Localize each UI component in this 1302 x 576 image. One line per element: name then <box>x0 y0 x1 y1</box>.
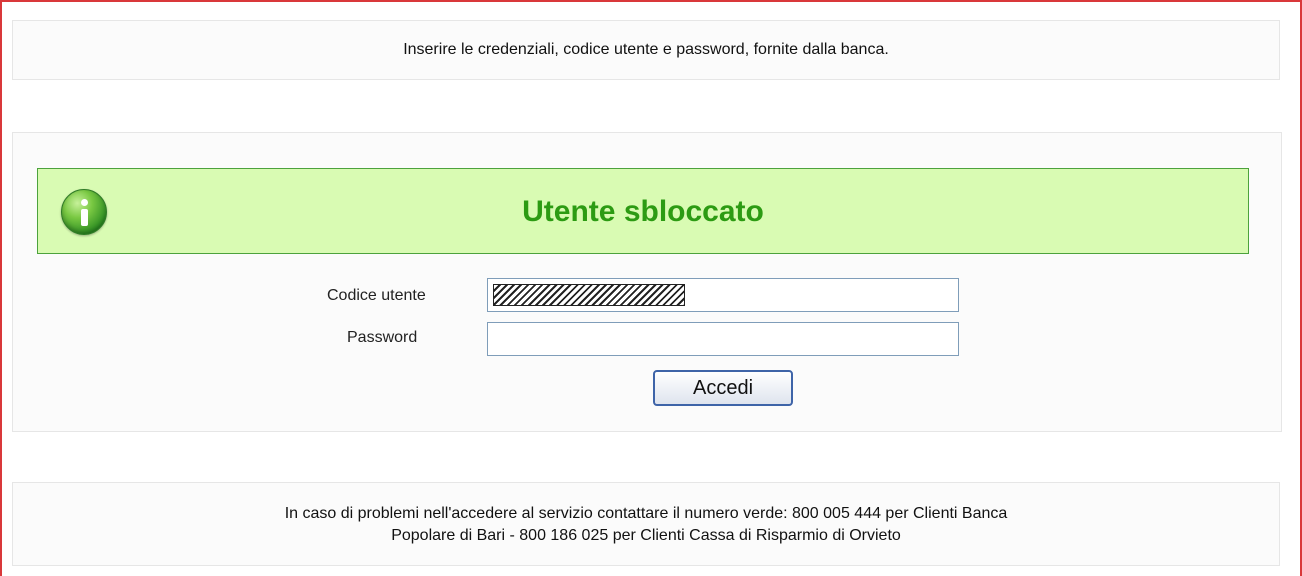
help-panel: In caso di problemi nell'accedere al ser… <box>12 482 1280 566</box>
status-message-title: Utente sbloccato <box>522 195 764 228</box>
password-label: Password <box>347 329 418 346</box>
user-code-label: Codice utente <box>327 287 426 304</box>
help-text: In caso di problemi nell'accedere al ser… <box>13 503 1279 547</box>
login-panel: Utente sbloccato Codice utente Password … <box>12 132 1282 432</box>
user-code-input[interactable] <box>487 278 959 312</box>
help-text-line-1: In caso di problemi nell'accedere al ser… <box>284 505 1008 522</box>
instructions-panel: Inserire le credenziali, codice utente e… <box>12 20 1280 80</box>
page-frame: Inserire le credenziali, codice utente e… <box>0 0 1302 576</box>
instructions-text: Inserire le credenziali, codice utente e… <box>403 41 889 58</box>
login-button[interactable]: Accedi <box>653 370 793 406</box>
password-input[interactable] <box>487 322 959 356</box>
help-text-line-2: Popolare di Bari - 800 186 025 per Clien… <box>391 527 901 544</box>
status-message: Utente sbloccato <box>37 168 1249 254</box>
